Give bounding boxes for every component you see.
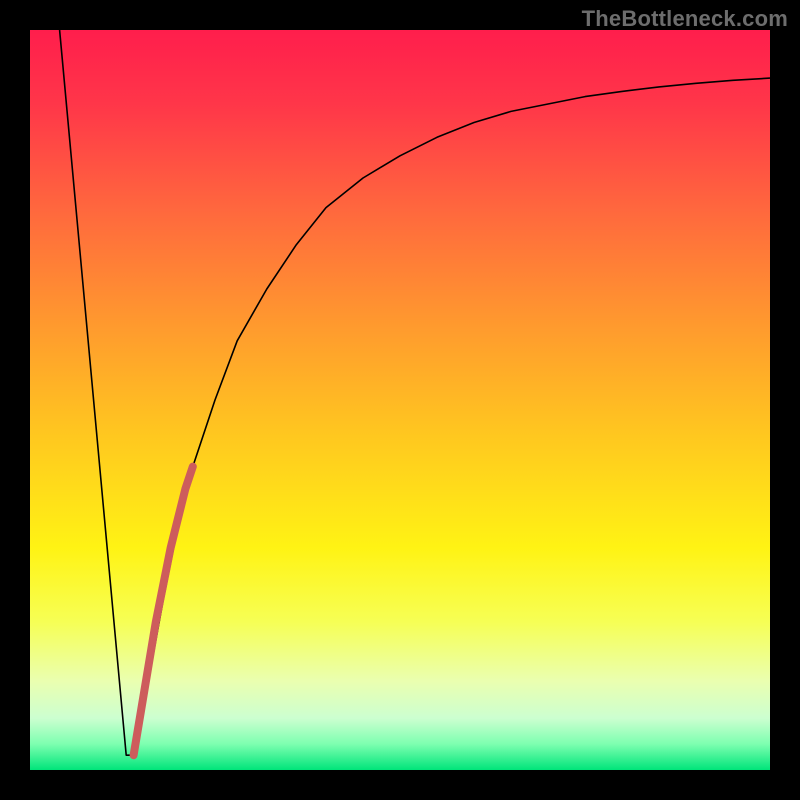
watermark-text: TheBottleneck.com [582,6,788,32]
plot-area [30,30,770,770]
chart-frame: TheBottleneck.com [0,0,800,800]
chart-svg [30,30,770,770]
gradient-background [30,30,770,770]
